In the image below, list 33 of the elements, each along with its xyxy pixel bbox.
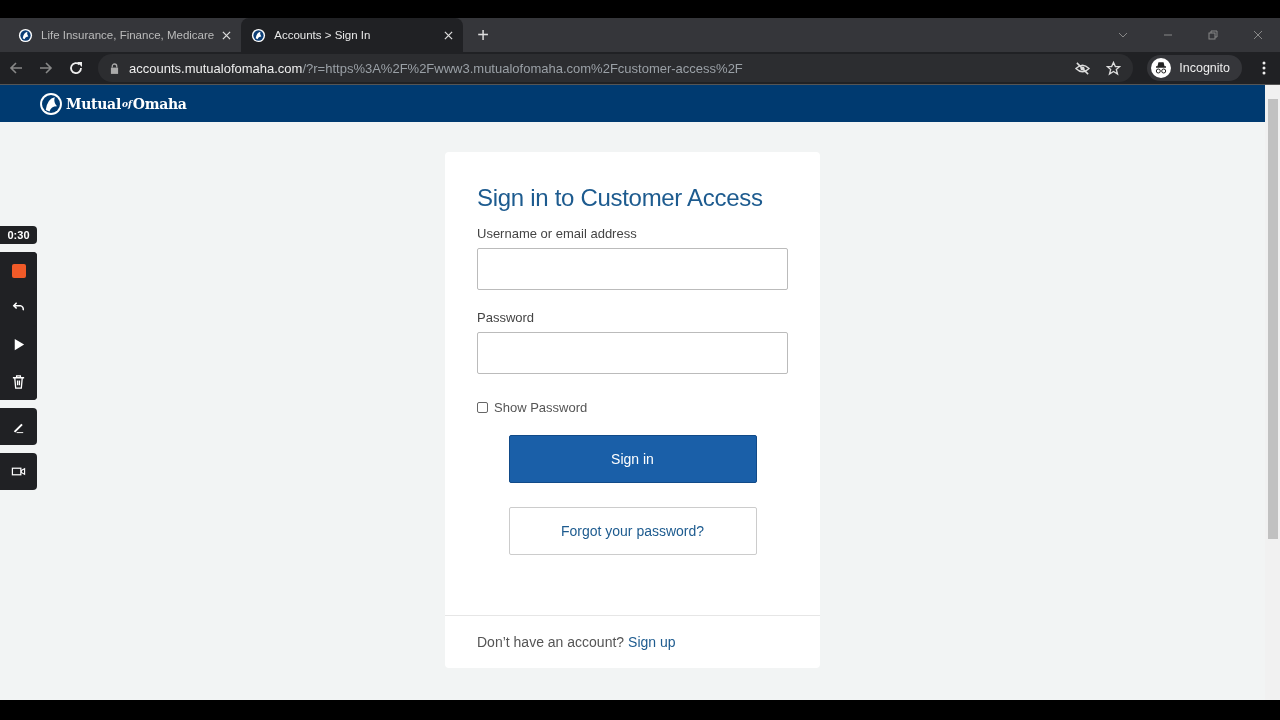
camera-button[interactable] — [0, 453, 37, 490]
back-arrow-icon[interactable] — [8, 60, 24, 76]
incognito-icon — [1151, 58, 1172, 78]
sign-up-link[interactable]: Sign up — [628, 634, 676, 650]
company-logo[interactable]: MutualofOmaha — [39, 91, 187, 116]
trash-icon — [11, 374, 26, 389]
incognito-button[interactable]: Incognito — [1147, 55, 1242, 81]
checkbox-label: Show Password — [494, 400, 588, 415]
sign-in-button[interactable]: Sign in — [508, 435, 757, 483]
form-title: Sign in to Customer Access — [477, 184, 764, 212]
forward-arrow-icon[interactable] — [38, 60, 54, 76]
browser-tab[interactable]: Accounts > Sign In — [241, 18, 464, 52]
reload-icon[interactable] — [68, 60, 84, 76]
new-tab-button[interactable]: + — [477, 23, 489, 47]
field-label: Username or email address — [477, 226, 638, 241]
field-label: Password — [477, 310, 536, 325]
address-bar[interactable]: accounts.mutualofomaha.com/?r=https%3A%2F%2Fwww3.mutualofomaha.com%2Fcustomer-access%2F — [98, 54, 1134, 82]
signup-prompt: Don’t have an account? — [477, 634, 625, 650]
lion-logo-icon — [39, 91, 63, 116]
input-field[interactable] — [477, 332, 788, 374]
browser-tab[interactable]: Life Insurance, Finance, Medicare — [8, 18, 242, 52]
recording-timer: 0:30 — [0, 226, 37, 244]
input-field[interactable] — [477, 248, 788, 290]
eye-slash-icon[interactable] — [1075, 60, 1091, 76]
lion-logo-icon — [251, 27, 267, 43]
forgot-password-button[interactable]: Forgot your password? — [508, 507, 757, 555]
checkbox[interactable] — [477, 402, 488, 413]
lock-icon — [110, 62, 119, 74]
restore-icon[interactable] — [1207, 29, 1219, 41]
scrollbar[interactable] — [1265, 85, 1280, 700]
star-icon[interactable] — [1106, 60, 1122, 76]
lion-logo-icon — [18, 27, 33, 43]
draw-button[interactable] — [0, 408, 37, 445]
